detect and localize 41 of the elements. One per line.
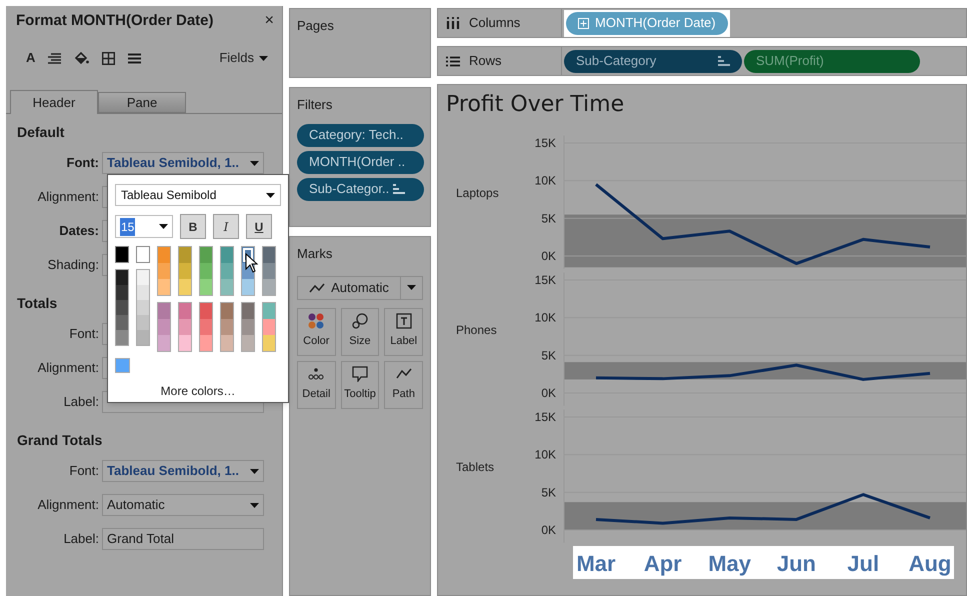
tick-label: 15K: [534, 136, 556, 150]
month-label: Aug: [908, 551, 952, 576]
field-label: Alignment:: [36, 188, 100, 206]
field-label: Dates:: [58, 222, 100, 240]
card-title: Filters: [297, 96, 334, 114]
field-label: Label:: [62, 530, 100, 548]
tick-label: 15K: [534, 410, 556, 424]
tick-label: 5K: [541, 348, 556, 362]
tick-label: 10K: [534, 448, 556, 462]
tick-label: 5K: [541, 211, 556, 226]
card-title: Pages: [297, 17, 335, 35]
tick-label: 5K: [541, 485, 556, 500]
row-header: Tablets: [456, 460, 494, 474]
tick-label: 10K: [534, 310, 556, 325]
section-heading: Grand Totals: [17, 430, 102, 450]
month-label: May: [708, 551, 751, 576]
month-label: Jun: [776, 551, 816, 576]
pane-title: Format MONTH(Order Date): [16, 10, 214, 31]
month-label: Mar: [576, 551, 616, 576]
row-header: Phones: [456, 323, 497, 337]
section-heading: Default: [17, 122, 64, 142]
view-title: Profit Over Time: [445, 90, 626, 118]
shelf-label: Rows: [469, 52, 502, 70]
field-label: Font:: [68, 325, 100, 344]
tick-label: 0K: [541, 523, 556, 537]
tick-label: 15K: [534, 273, 556, 287]
field-label: Label:: [62, 393, 100, 412]
shelf-label: Columns: [469, 14, 520, 32]
month-label: Jul: [847, 551, 880, 576]
field-label: Alignment:: [36, 359, 100, 378]
tick-label: 0K: [541, 386, 556, 400]
field-label: Font:: [68, 462, 100, 480]
section-heading: Totals: [17, 294, 58, 312]
card-title: Marks: [297, 245, 334, 263]
field-label: Shading:: [46, 256, 100, 274]
field-label: Font:: [66, 154, 100, 172]
month-label: Apr: [644, 551, 682, 576]
row-header: Laptops: [456, 186, 499, 200]
tick-label: 0K: [541, 249, 556, 263]
field-label: Alignment:: [36, 496, 100, 514]
tick-label: 10K: [534, 174, 556, 188]
